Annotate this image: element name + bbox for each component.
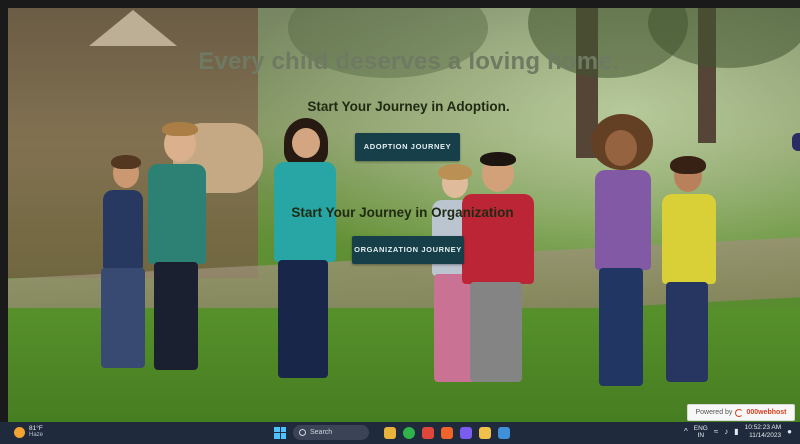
- system-tray: ^ ENG IN ≈ ♪ ▮ 10:52:23 AM 11/14/2023 ●: [684, 424, 792, 439]
- organization-journey-button[interactable]: ORGANIZATION JOURNEY: [352, 236, 464, 264]
- adoption-journey-button[interactable]: ADOPTION JOURNEY: [355, 133, 460, 161]
- clock-date: 11/14/2023: [749, 431, 782, 439]
- weather-condition: Haze: [29, 432, 44, 438]
- weather-temperature: 81°F: [29, 425, 43, 432]
- weather-text: 81°F Haze: [29, 425, 43, 439]
- language-top: ENG: [693, 424, 708, 432]
- notification-icon[interactable]: ●: [787, 427, 792, 436]
- organization-subtitle: Start Your Journey in Organization: [291, 205, 514, 220]
- side-panel-tab[interactable]: [792, 133, 800, 151]
- chevron-up-icon[interactable]: ^: [684, 427, 688, 436]
- taskbar: 81°F Haze Search ^ ENG IN ≈ ♪ ▮ 10:52:23…: [0, 422, 800, 444]
- whatsapp-icon[interactable]: [403, 426, 415, 439]
- language-indicator[interactable]: ENG IN: [694, 425, 708, 439]
- powered-by-brand: 000webhost: [746, 409, 787, 416]
- search-icon: [299, 429, 306, 436]
- sun-icon: [14, 426, 25, 438]
- browser-icon[interactable]: [422, 426, 434, 439]
- clock[interactable]: 10:52:23 AM 11/14/2023: [745, 424, 782, 439]
- language-bottom: IN: [697, 431, 705, 439]
- file-explorer-icon[interactable]: [384, 426, 396, 439]
- wifi-icon[interactable]: ≈: [714, 427, 718, 436]
- powered-by-label: Powered by: [695, 409, 733, 416]
- volume-icon[interactable]: ♪: [724, 427, 728, 436]
- folder-icon[interactable]: [479, 426, 491, 439]
- clock-time: 10:52:23 AM: [744, 424, 782, 431]
- weather-widget[interactable]: 81°F Haze: [14, 425, 43, 439]
- 000webhost-logo-icon: [735, 408, 744, 417]
- battery-icon[interactable]: ▮: [734, 427, 738, 436]
- hero-headline: Every child deserves a loving home.: [198, 48, 619, 75]
- app-icon-purple[interactable]: [460, 426, 472, 439]
- taskbar-search[interactable]: Search: [293, 425, 369, 440]
- taskbar-apps: Search: [274, 425, 510, 440]
- powered-by-badge[interactable]: Powered by 000webhost: [687, 404, 795, 421]
- screen: Every child deserves a loving home. Star…: [0, 0, 800, 444]
- photos-icon[interactable]: [498, 426, 510, 439]
- search-label: Search: [310, 429, 333, 436]
- adoption-subtitle: Start Your Journey in Adoption.: [307, 99, 510, 114]
- windows-start-icon[interactable]: [274, 426, 286, 439]
- brave-icon[interactable]: [441, 426, 453, 439]
